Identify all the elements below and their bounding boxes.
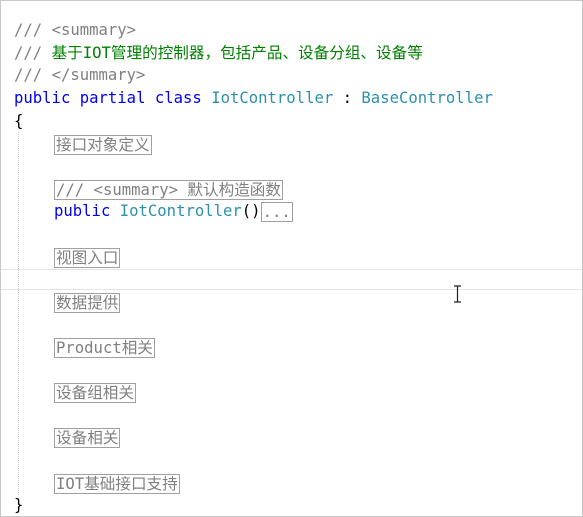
colon: : xyxy=(333,89,362,107)
code-line-region: IOT基础接口支持 xyxy=(54,472,180,494)
keyword-public: public xyxy=(14,89,71,107)
collapsed-region-product[interactable]: Product相关 xyxy=(54,337,155,358)
code-line-region: /// <summary> 默认构造函数 xyxy=(54,178,283,200)
collapsed-region-device-group[interactable]: 设备组相关 xyxy=(54,382,136,403)
ctor-name[interactable]: IotController xyxy=(120,202,242,220)
keyword-class: class xyxy=(154,89,202,107)
comment-text: 基于IOT管理的控制器，包括产品、设备分组、设备等 xyxy=(51,44,423,62)
comment-prefix: /// xyxy=(14,66,52,84)
code-line-region: 数据提供 xyxy=(54,291,121,313)
collapsed-ctor-body[interactable]: ... xyxy=(260,201,293,222)
open-brace: { xyxy=(14,112,24,130)
code-line-summary-close: /// </summary> xyxy=(14,64,145,86)
current-line-highlight xyxy=(1,269,582,290)
code-line-summary-text: /// 基于IOT管理的控制器，包括产品、设备分组、设备等 xyxy=(14,42,423,64)
code-line-region: 接口对象定义 xyxy=(54,133,152,155)
collapsed-ctor-summary[interactable]: /// <summary> 默认构造函数 xyxy=(54,179,283,200)
collapsed-region-interface-def[interactable]: 接口对象定义 xyxy=(54,134,152,155)
keyword-public: public xyxy=(54,202,111,220)
code-editor[interactable]: /// <summary> /// 基于IOT管理的控制器，包括产品、设备分组、… xyxy=(0,0,583,517)
ibeam-cursor-icon xyxy=(454,285,461,303)
close-brace: } xyxy=(14,496,24,514)
collapsed-region-device[interactable]: 设备相关 xyxy=(54,427,121,448)
xml-tag: <summary> xyxy=(51,21,137,39)
code-line-region: 设备组相关 xyxy=(54,381,136,403)
collapsed-region-iot-base[interactable]: IOT基础接口支持 xyxy=(54,473,180,494)
comment-prefix: /// xyxy=(14,44,52,62)
keyword-partial: partial xyxy=(79,89,146,107)
code-line-ctor: public IotController()... xyxy=(54,200,293,222)
code-line-class-decl: public partial class IotController : Bas… xyxy=(14,87,493,109)
collapsed-region-data-provider[interactable]: 数据提供 xyxy=(54,292,121,313)
ctor-parens: () xyxy=(241,202,261,220)
indent-guide xyxy=(18,132,19,495)
code-line-close-brace: } xyxy=(14,494,23,516)
code-line-region: 视图入口 xyxy=(54,246,121,268)
comment-prefix: /// xyxy=(14,21,52,39)
code-line-open-brace: { xyxy=(14,110,23,132)
collapsed-region-view-entry[interactable]: 视图入口 xyxy=(54,247,121,268)
code-line-region: Product相关 xyxy=(54,336,155,358)
code-line-summary-open: /// <summary> xyxy=(14,19,136,41)
code-line-region: 设备相关 xyxy=(54,426,121,448)
class-name[interactable]: IotController xyxy=(211,89,333,107)
xml-tag: </summary> xyxy=(51,66,146,84)
base-class-name[interactable]: BaseController xyxy=(361,89,492,107)
